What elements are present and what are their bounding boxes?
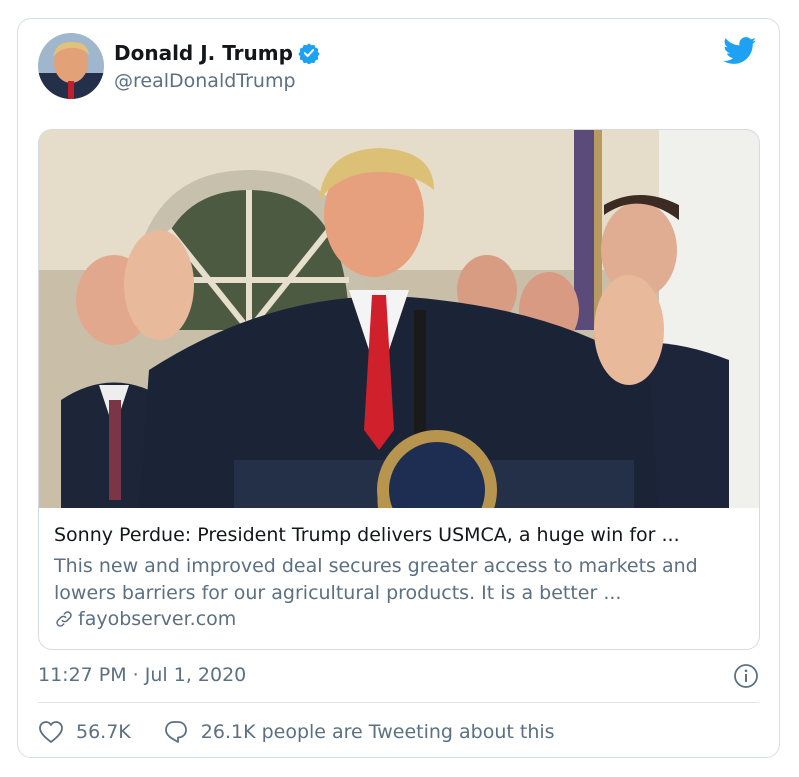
link-preview-card[interactable]: Sonny Perdue: President Trump delivers U…: [38, 129, 760, 650]
reply-bubble-icon: [164, 721, 187, 743]
conversation-text[interactable]: 26.1K people are Tweeting about this: [201, 721, 555, 743]
twitter-bird-icon[interactable]: [723, 37, 757, 65]
info-icon[interactable]: [733, 663, 759, 689]
like-count[interactable]: 56.7K: [76, 721, 131, 743]
link-card-title[interactable]: Sonny Perdue: President Trump delivers U…: [54, 524, 754, 546]
tweet-timestamp[interactable]: 11:27 PM · Jul 1, 2020: [38, 664, 246, 686]
link-icon: [56, 611, 72, 627]
verified-badge-icon: [298, 42, 320, 65]
author-name[interactable]: Donald J. Trump: [114, 41, 293, 65]
divider: [38, 702, 759, 703]
link-card-domain-row[interactable]: fayobserver.com: [54, 608, 236, 630]
link-preview-image: [39, 130, 759, 550]
link-card-description: This new and improved deal secures great…: [54, 555, 698, 604]
author-handle[interactable]: @realDonaldTrump: [114, 70, 296, 92]
avatar[interactable]: [38, 33, 104, 99]
heart-icon: [39, 721, 63, 743]
tweet-card: Donald J. Trump @realDonaldTrump Sonny P…: [17, 18, 780, 758]
link-card-domain[interactable]: fayobserver.com: [78, 608, 236, 630]
conversation-button[interactable]: 26.1K people are Tweeting about this: [163, 719, 555, 745]
tweet-actions: 56.7K 26.1K people are Tweeting about th…: [38, 719, 587, 745]
like-button[interactable]: 56.7K: [38, 720, 131, 744]
author-name-row[interactable]: Donald J. Trump: [114, 41, 320, 65]
